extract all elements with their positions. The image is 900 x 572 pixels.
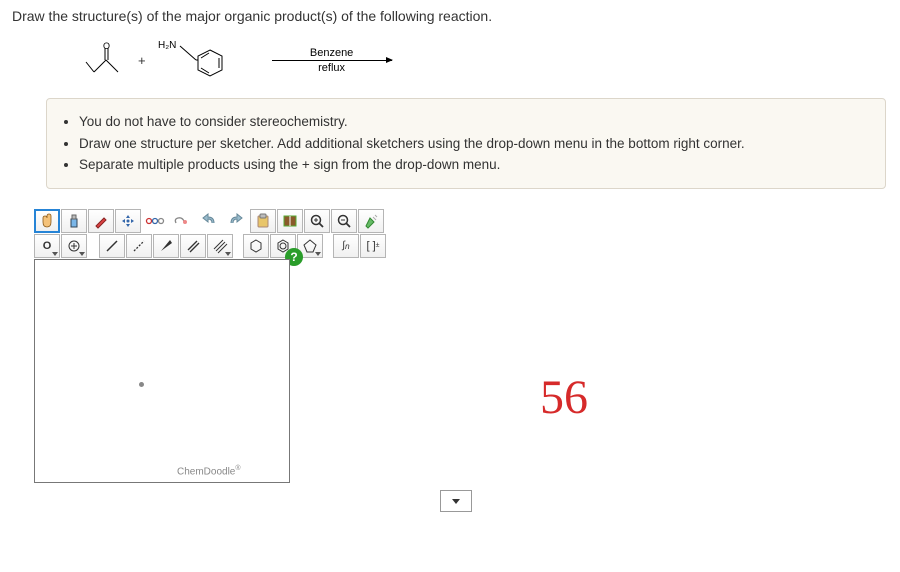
handwritten-annotation: 56 (540, 370, 588, 425)
reactant-1-structure: O (82, 40, 128, 80)
triple-bond-tool[interactable] (207, 234, 233, 258)
hand-tool[interactable] (34, 209, 60, 233)
spacer (88, 234, 98, 258)
dotted-bond-tool[interactable] (126, 234, 152, 258)
wedge-bond-tool[interactable] (153, 234, 179, 258)
book-tool[interactable] (277, 209, 303, 233)
brackets-tool[interactable]: [ ]± (360, 234, 386, 258)
hexagon-tool[interactable] (243, 234, 269, 258)
instruction-item: You do not have to consider stereochemis… (79, 111, 867, 133)
atom-label-tool[interactable]: O (34, 234, 60, 258)
toolbar-row-1 (34, 209, 454, 233)
reaction-scheme: O + H₂N Benzene reflux (82, 38, 888, 82)
spacer (324, 234, 332, 258)
erase-tool[interactable] (169, 209, 195, 233)
integral-n-tool[interactable]: ∫n (333, 234, 359, 258)
paste-tool[interactable] (250, 209, 276, 233)
chemdoodle-label: ChemDoodle® (177, 465, 241, 477)
sketcher: O ∫n [ ]± ? ChemDoodle® (34, 209, 484, 486)
undo-tool[interactable] (196, 209, 222, 233)
spray-tool[interactable] (61, 209, 87, 233)
single-bond-tool[interactable] (99, 234, 125, 258)
instructions-box: You do not have to consider stereochemis… (46, 98, 886, 189)
drawing-canvas[interactable]: ChemDoodle® (34, 259, 290, 483)
zoom-out-tool[interactable] (331, 209, 357, 233)
instruction-item: Draw one structure per sketcher. Add add… (79, 133, 867, 155)
chevron-down-icon (452, 499, 460, 504)
reaction-condition-top: Benzene (310, 47, 353, 59)
reaction-condition-bottom: reflux (318, 62, 345, 74)
pen-tool[interactable] (88, 209, 114, 233)
canvas-center-dot (139, 382, 144, 387)
svg-text:O: O (103, 41, 110, 51)
toolbar-row-2: O ∫n [ ]± (34, 234, 454, 258)
double-bond-tool[interactable] (180, 234, 206, 258)
instruction-item: Separate multiple products using the + s… (79, 154, 867, 176)
plus-sign: + (138, 53, 146, 68)
clean-tool[interactable] (358, 209, 384, 233)
svg-text:H₂N: H₂N (158, 40, 176, 51)
question-text: Draw the structure(s) of the major organ… (12, 8, 888, 24)
charge-tool[interactable] (61, 234, 87, 258)
reaction-arrow (272, 60, 392, 61)
reactant-2-structure: H₂N (156, 38, 232, 82)
zoom-in-tool[interactable] (304, 209, 330, 233)
move-tool[interactable] (115, 209, 141, 233)
chain-tool[interactable] (142, 209, 168, 233)
redo-tool[interactable] (223, 209, 249, 233)
add-sketcher-dropdown[interactable] (440, 490, 472, 512)
spacer (234, 234, 242, 258)
